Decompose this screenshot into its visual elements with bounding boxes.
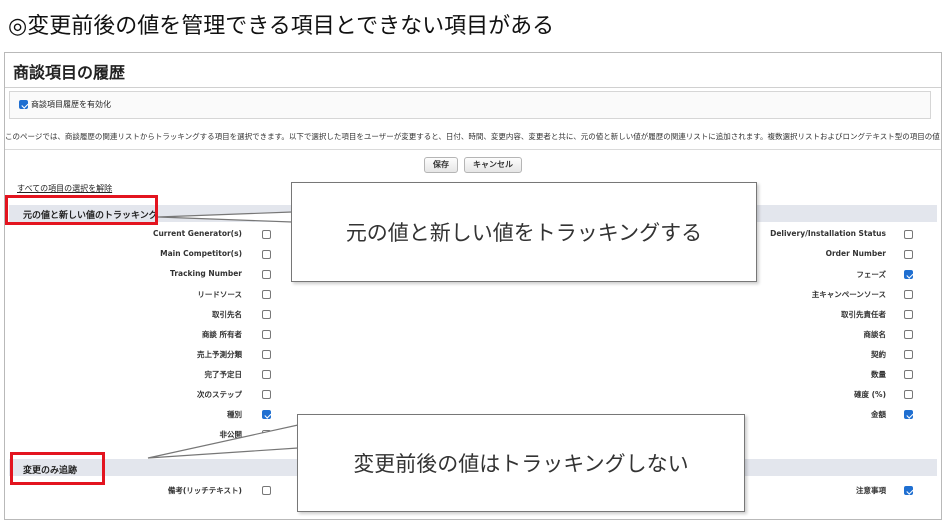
callout-track-changes: 変更前後の値はトラッキングしない xyxy=(297,414,745,512)
callout-track-values: 元の値と新しい値をトラッキングする xyxy=(291,182,757,282)
